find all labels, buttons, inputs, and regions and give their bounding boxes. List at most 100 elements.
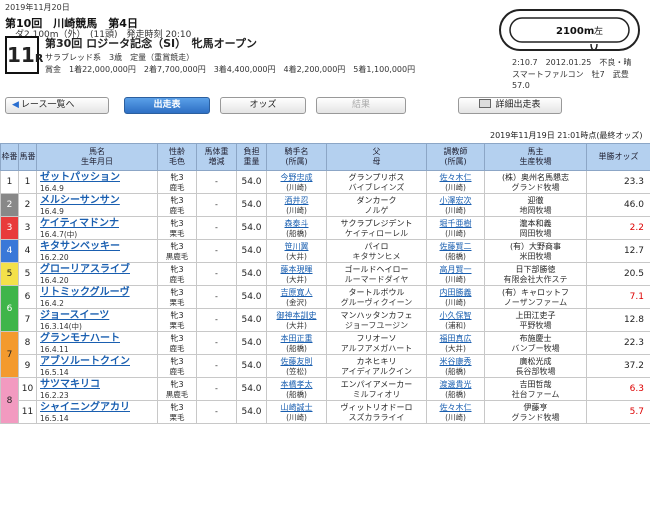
jockey-cell: 酒井忍 (川崎) [266, 193, 327, 217]
breeder-name: 有限会社大作ステ [503, 274, 568, 284]
trainer-link[interactable]: 高月賢一 [428, 265, 483, 275]
trainer-cell: 米谷康秀 (船橋) [426, 354, 485, 378]
breeder-name: 社台ファーム [511, 389, 560, 399]
horse-name-link[interactable]: グローリアスライブ [40, 264, 156, 276]
owner-breeder-cell: (有）大野商事 米田牧場 [484, 239, 587, 263]
body-weight: - [196, 308, 237, 332]
waku-cell: 2 [0, 193, 19, 217]
sire-name: タートルボウル [348, 287, 405, 297]
sire-name: マンハッタンカフェ [340, 310, 413, 320]
horse-name-link[interactable]: メルシーサンサン [40, 195, 156, 207]
breeder-name: 岡田牧場 [519, 228, 552, 238]
horse-name-link[interactable]: シャイニングアカリ [40, 402, 156, 414]
jockey-link[interactable]: 森泰斗 [268, 219, 325, 229]
trainer-link[interactable]: 小澤宏次 [428, 196, 483, 206]
sire-name: カネヒキリ [356, 356, 397, 366]
owner-breeder-cell: 布施慶士 バンブー牧場 [484, 331, 587, 355]
table-row: 9 アブソルートクイン 16.5.14 牝3 鹿毛 -54.0 佐藤友則 (笠松) カネヒキリア… [1, 354, 650, 378]
jockey-link[interactable]: 山崎誠士 [268, 403, 325, 413]
table-row: 2 2 メルシーサンサン 16.4.9 牝3 鹿毛 -54.0 酒井忍 (川崎) ダンカーク ノルゲ… [0, 193, 650, 217]
horse-number: 4 [18, 239, 37, 263]
waku-cell: 1 [0, 170, 19, 194]
horse-name-link[interactable]: ジョースイーツ [40, 310, 156, 322]
dam-name: ノルゲ [364, 205, 389, 215]
owner-name: (有）キャロットフ [501, 287, 570, 297]
trainer-link[interactable]: 佐藤賢二 [428, 242, 483, 252]
jockey-cell: 山崎誠士 (川崎) [266, 400, 327, 424]
course-direction: 左 [594, 25, 603, 37]
sex-age: 牝3 [170, 241, 184, 251]
waku-cell: 8 [0, 377, 19, 424]
weight-carried: 54.0 [236, 285, 267, 309]
trainer-link[interactable]: 小久保智 [428, 311, 483, 321]
trainer-link[interactable]: 米谷康秀 [428, 357, 483, 367]
odds-updated-time: 2019年11月19日 21:01時点(最終オッズ) [490, 131, 643, 140]
coat-color: 栗毛 [169, 320, 185, 330]
horse-name-cell: サツマキリコ 16.2.23 [36, 377, 158, 401]
horse-name-link[interactable]: ゼットパッション [40, 172, 156, 184]
race-date: 2019年11月20日 [5, 3, 70, 12]
jockey-link[interactable]: 佐藤友則 [268, 357, 325, 367]
owner-name: 迎徹 [527, 195, 544, 205]
sire-name: エンパイアメーカー [340, 379, 413, 389]
horse-birthdate: 16.4.9 [40, 183, 64, 193]
horse-name-link[interactable]: グランモナハート [40, 333, 156, 345]
waku-cell: 3 [0, 216, 19, 240]
horse-name-link[interactable]: キタサンベッキー [40, 241, 156, 253]
jockey-affiliation: (笠松) [286, 366, 307, 376]
tab-results[interactable]: 結果 [316, 97, 406, 114]
sex-age-coat: 牝3 黒鹿毛 [157, 239, 197, 263]
jockey-link[interactable]: 吉原寛人 [268, 288, 325, 298]
trainer-link[interactable]: 堀千亜樹 [428, 219, 483, 229]
body-weight: - [196, 193, 237, 217]
jockey-link[interactable]: 笹川翼 [268, 242, 325, 252]
trainer-link[interactable]: 渡邊貴光 [428, 380, 483, 390]
weight-carried: 54.0 [236, 308, 267, 332]
detailed-entries-button[interactable]: 詳細出走表 [458, 97, 562, 114]
column-header: 負担 重量 [236, 143, 267, 171]
trainer-link[interactable]: 佐々木仁 [428, 173, 483, 183]
course-distance: 2100m [556, 26, 594, 37]
trainer-affiliation: (大井) [445, 343, 466, 353]
jockey-link[interactable]: 酒井忍 [268, 196, 325, 206]
horse-number: 8 [18, 331, 37, 355]
horse-birthdate: 16.4.7(中) [40, 229, 78, 239]
horse-birthdate: 16.2.23 [40, 390, 69, 400]
horse-name-link[interactable]: サツマキリコ [40, 379, 156, 391]
horse-name-link[interactable]: ケイティマドンナ [40, 218, 156, 230]
jockey-link[interactable]: 今野忠成 [268, 173, 325, 183]
waku-cell: 4 [0, 239, 19, 263]
win-odds: 5.7 [586, 400, 650, 424]
trainer-link[interactable]: 佐々木仁 [428, 403, 483, 413]
jockey-link[interactable]: 御神本訓史 [268, 311, 325, 321]
race-number-badge: 11R [5, 36, 43, 74]
column-header: 騎手名 (所属) [266, 143, 327, 171]
jockey-affiliation: (大井) [286, 320, 307, 330]
dam-name: バイブレインズ [348, 182, 405, 192]
trainer-affiliation: (浦和) [445, 320, 466, 330]
trainer-link[interactable]: 内田勝義 [428, 288, 483, 298]
jockey-affiliation: (川崎) [286, 205, 307, 215]
coat-color: 鹿毛 [169, 205, 185, 215]
sex-age: 牝3 [170, 379, 184, 389]
jockey-link[interactable]: 藤本現暉 [268, 265, 325, 275]
jockey-link[interactable]: 本橋孝太 [268, 380, 325, 390]
owner-name: 廣松光成 [519, 356, 552, 366]
tab-entries[interactable]: 出走表 [124, 97, 210, 114]
horse-name-link[interactable]: アブソルートクイン [40, 356, 156, 368]
trainer-link[interactable]: 福田真広 [428, 334, 483, 344]
weight-carried: 54.0 [236, 331, 267, 355]
jockey-link[interactable]: 本田正重 [268, 334, 325, 344]
meeting-title: 第10回 川崎競馬 第4日 [5, 17, 138, 30]
back-to-list-button[interactable]: ◀ レース一覧へ [5, 97, 109, 114]
table-row: 4 4 キタサンベッキー 16.2.20 牝3 黒鹿毛 -54.0 笹川翼 (大井) パイロ キタサ… [0, 239, 650, 263]
weight-carried: 54.0 [236, 354, 267, 378]
coat-color: 黒鹿毛 [165, 389, 189, 399]
horse-birthdate: 16.2.20 [40, 252, 69, 262]
jockey-affiliation: (大井) [286, 251, 307, 261]
trainer-cell: 福田真広 (大井) [426, 331, 485, 355]
tab-odds[interactable]: オッズ [220, 97, 306, 114]
trainer-affiliation: (川崎) [445, 297, 466, 307]
column-header: 馬体重 増減 [196, 143, 237, 171]
horse-name-link[interactable]: リトミックグルーヴ [40, 287, 156, 299]
